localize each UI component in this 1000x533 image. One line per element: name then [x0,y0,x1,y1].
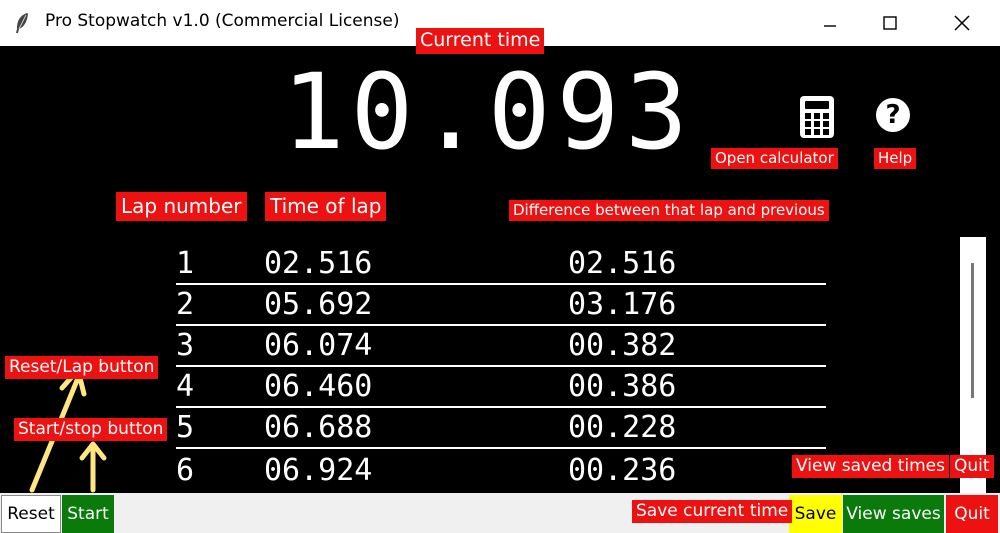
lap-number: 1 [176,246,195,281]
table-row: 2 05.692 03.176 [176,283,826,326]
annotation-save-current-time: Save current time [632,500,793,524]
window-title: Pro Stopwatch v1.0 (Commercial License) [45,11,400,31]
start-button[interactable]: Start [62,495,114,533]
annotation-time-of-lap: Time of lap [265,192,387,221]
lap-diff: 02.516 [568,246,677,281]
table-row: 3 06.074 00.382 [176,324,826,367]
lap-time: 06.460 [264,369,373,404]
lap-number: 6 [176,453,195,488]
close-button[interactable] [932,0,992,46]
lap-diff: 00.382 [568,328,677,363]
lap-time: 06.074 [264,328,373,363]
save-button[interactable]: Save [789,495,842,533]
feather-icon [16,13,28,33]
quit-button[interactable]: Quit [946,495,998,533]
current-time-display: 10.093 [282,51,694,173]
lap-number: 2 [176,287,195,322]
help-icon[interactable]: ? [876,98,910,132]
maximize-button[interactable] [860,0,920,46]
lap-time: 06.688 [264,410,373,445]
annotation-help: Help [874,148,917,169]
minimize-button[interactable] [800,0,860,46]
lap-diff: 00.236 [568,453,677,488]
lap-diff: 03.176 [568,287,677,322]
annotation-quit: Quit [950,455,994,479]
lap-diff: 00.386 [568,369,677,404]
reset-button[interactable]: Reset [1,495,61,533]
annotation-open-calculator: Open calculator [711,148,838,169]
lap-number: 5 [176,410,195,445]
table-row: 4 06.460 00.386 [176,365,826,408]
maximize-icon [883,16,897,30]
close-icon [954,15,970,31]
annotation-lap-number: Lap number [116,192,247,221]
minimize-icon [824,25,836,27]
annotation-current-time: Current time [416,28,545,54]
table-row: 5 06.688 00.228 [176,406,826,449]
lap-time: 06.924 [264,453,373,488]
calculator-icon[interactable] [800,96,834,138]
lap-number: 4 [176,369,195,404]
lap-time: 02.516 [264,246,373,281]
annotation-view-saved-times: View saved times [792,455,949,479]
lap-number: 3 [176,328,195,363]
view-saves-button[interactable]: View saves [843,495,944,533]
lap-diff: 00.228 [568,410,677,445]
scrollbar-thumb[interactable] [971,263,974,398]
annotation-start-stop: Start/stop button [14,418,168,442]
table-row: 6 06.924 00.236 [176,449,826,490]
annotation-difference: Difference between that lap and previous [509,200,829,221]
table-row: 1 02.516 02.516 [176,242,826,285]
lap-time: 05.692 [264,287,373,322]
annotation-reset-lap: Reset/Lap button [5,356,159,380]
